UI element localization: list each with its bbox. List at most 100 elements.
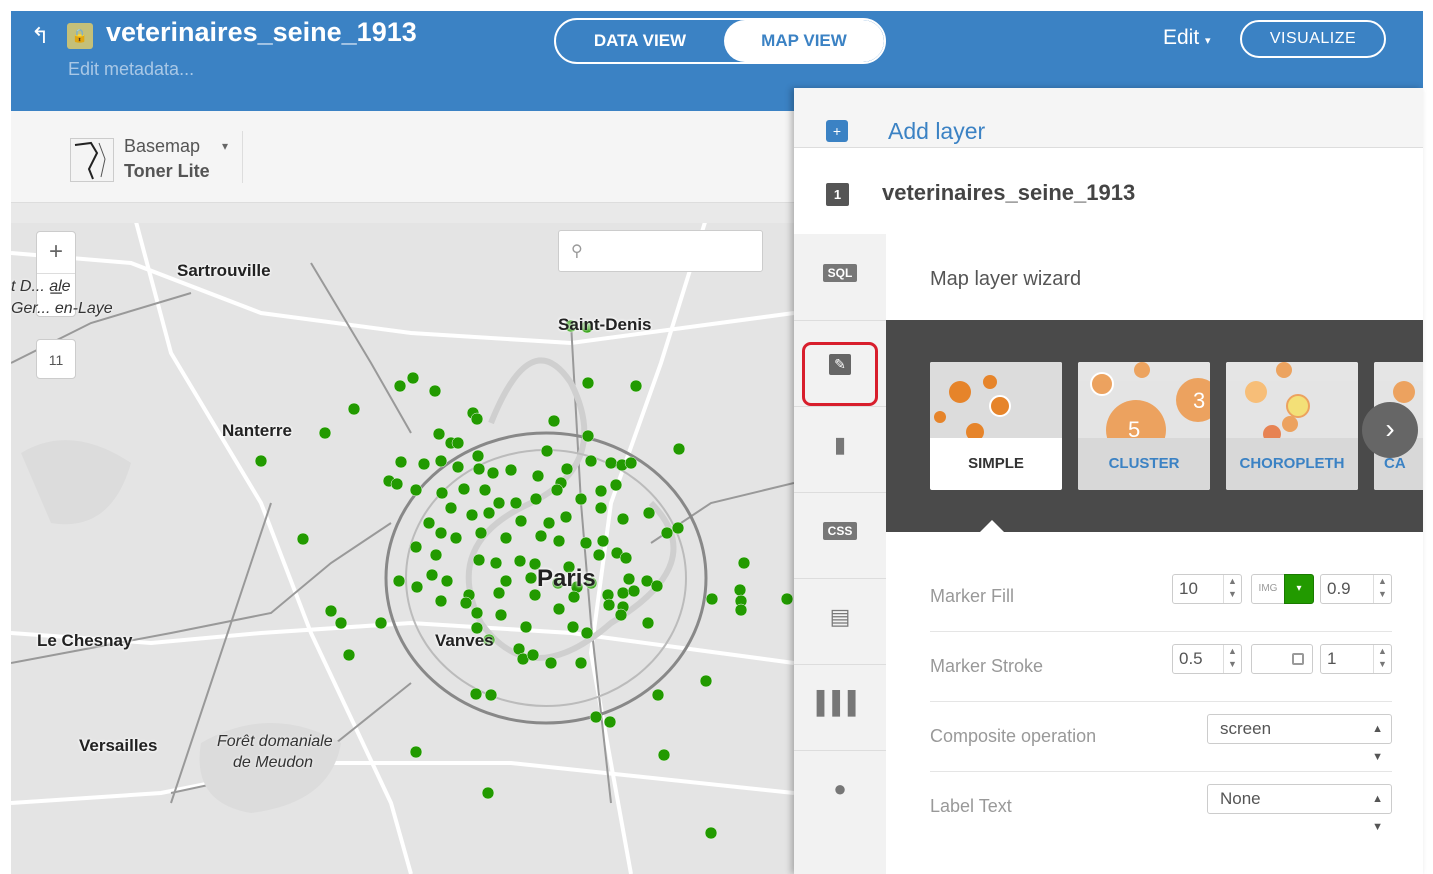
data-point[interactable] xyxy=(482,506,496,520)
data-point[interactable] xyxy=(531,469,545,483)
data-point[interactable] xyxy=(579,536,593,550)
data-point[interactable] xyxy=(513,554,527,568)
data-point[interactable] xyxy=(581,376,595,390)
data-point[interactable] xyxy=(566,620,580,634)
infowindow-tool[interactable]: ▮ xyxy=(814,406,866,492)
edit-metadata-link[interactable]: Edit metadata... xyxy=(68,59,194,80)
data-point[interactable] xyxy=(642,506,656,520)
data-point[interactable] xyxy=(780,592,794,606)
data-point[interactable] xyxy=(489,556,503,570)
data-point[interactable] xyxy=(474,526,488,540)
data-point[interactable] xyxy=(347,402,361,416)
data-point[interactable] xyxy=(657,748,671,762)
data-point[interactable] xyxy=(470,412,484,426)
data-point[interactable] xyxy=(594,501,608,515)
data-point[interactable] xyxy=(471,449,485,463)
data-point[interactable] xyxy=(392,574,406,588)
data-point[interactable] xyxy=(494,608,508,622)
vis-type-cluster[interactable]: 5 3 CLUSTER xyxy=(1078,362,1210,490)
data-point[interactable] xyxy=(547,414,561,428)
data-point[interactable] xyxy=(733,583,747,597)
data-point[interactable] xyxy=(478,483,492,497)
data-point[interactable] xyxy=(705,592,719,606)
data-point[interactable] xyxy=(409,745,423,759)
data-point[interactable] xyxy=(422,516,436,530)
data-point[interactable] xyxy=(465,508,479,522)
zoom-in-button[interactable]: + xyxy=(37,232,75,274)
data-point[interactable] xyxy=(417,457,431,471)
data-point[interactable] xyxy=(602,598,616,612)
edit-menu[interactable]: Edit ▾ xyxy=(1163,26,1211,50)
stroke-opacity-input[interactable]: 1 ▲ ▼ xyxy=(1320,644,1392,674)
data-point[interactable] xyxy=(459,596,473,610)
data-point[interactable] xyxy=(499,531,513,545)
data-point[interactable] xyxy=(704,826,718,840)
more-tool[interactable]: ● xyxy=(814,750,866,836)
data-point[interactable] xyxy=(449,531,463,545)
data-point[interactable] xyxy=(342,648,356,662)
data-point[interactable] xyxy=(594,484,608,498)
data-point[interactable] xyxy=(534,529,548,543)
data-point[interactable] xyxy=(672,442,686,456)
data-point[interactable] xyxy=(481,786,495,800)
data-point[interactable] xyxy=(552,602,566,616)
data-point[interactable] xyxy=(393,379,407,393)
fill-color-picker[interactable]: ▾ xyxy=(1284,574,1314,604)
data-point[interactable] xyxy=(540,444,554,458)
data-point[interactable] xyxy=(425,568,439,582)
data-point[interactable] xyxy=(624,456,638,470)
data-point[interactable] xyxy=(609,478,623,492)
data-point[interactable] xyxy=(650,579,664,593)
layer-name[interactable]: veterinaires_seine_1913 xyxy=(882,180,1135,206)
image-picker[interactable]: IMG xyxy=(1251,574,1285,604)
fill-opacity-input[interactable]: 0.9 ▲ ▼ xyxy=(1320,574,1392,604)
legends-tool[interactable]: ▤ xyxy=(814,578,866,664)
data-point[interactable] xyxy=(641,616,655,630)
back-arrow-icon[interactable]: ↰ xyxy=(31,25,49,47)
spinner-icon[interactable]: ▲ ▼ xyxy=(1223,575,1241,603)
map-search-input[interactable] xyxy=(595,239,755,265)
data-point[interactable] xyxy=(526,648,540,662)
data-point[interactable] xyxy=(254,454,268,468)
data-point[interactable] xyxy=(604,456,618,470)
data-point[interactable] xyxy=(451,436,465,450)
data-point[interactable] xyxy=(560,462,574,476)
data-point[interactable] xyxy=(492,496,506,510)
tab-map-view[interactable]: MAP VIEW xyxy=(724,20,884,62)
data-point[interactable] xyxy=(616,512,630,526)
data-point[interactable] xyxy=(394,455,408,469)
data-point[interactable] xyxy=(469,687,483,701)
data-point[interactable] xyxy=(559,510,573,524)
data-point[interactable] xyxy=(472,462,486,476)
composite-operation-select[interactable]: screen ▲ ▼ xyxy=(1207,714,1392,763)
data-point[interactable] xyxy=(428,384,442,398)
stroke-width-input[interactable]: 0.5 ▲ ▼ xyxy=(1172,644,1242,674)
data-point[interactable] xyxy=(550,483,564,497)
data-point[interactable] xyxy=(737,556,751,570)
data-point[interactable] xyxy=(580,626,594,640)
data-point[interactable] xyxy=(451,460,465,474)
data-point[interactable] xyxy=(589,710,603,724)
spinner-icon[interactable]: ▲ ▼ xyxy=(1373,575,1391,603)
basemap-value[interactable]: Toner Lite xyxy=(124,161,210,182)
data-point[interactable] xyxy=(434,454,448,468)
data-point[interactable] xyxy=(603,715,617,729)
data-point[interactable] xyxy=(619,551,633,565)
data-point[interactable] xyxy=(542,516,556,530)
data-point[interactable] xyxy=(622,572,636,586)
data-point[interactable] xyxy=(660,526,674,540)
basemap-label[interactable]: Basemap xyxy=(124,136,200,157)
basemap-thumbnail[interactable] xyxy=(70,138,114,182)
lock-icon[interactable]: 🔒 xyxy=(67,23,93,49)
add-layer-row[interactable]: + Add layer xyxy=(794,88,1423,148)
data-point[interactable] xyxy=(552,534,566,548)
data-point[interactable] xyxy=(581,429,595,443)
data-point[interactable] xyxy=(434,594,448,608)
data-point[interactable] xyxy=(671,521,685,535)
data-point[interactable] xyxy=(514,514,528,528)
data-point[interactable] xyxy=(651,688,665,702)
data-point[interactable] xyxy=(410,580,424,594)
data-point[interactable] xyxy=(457,482,471,496)
filters-tool[interactable]: ▌▌▌ xyxy=(814,664,866,750)
data-point[interactable] xyxy=(584,454,598,468)
